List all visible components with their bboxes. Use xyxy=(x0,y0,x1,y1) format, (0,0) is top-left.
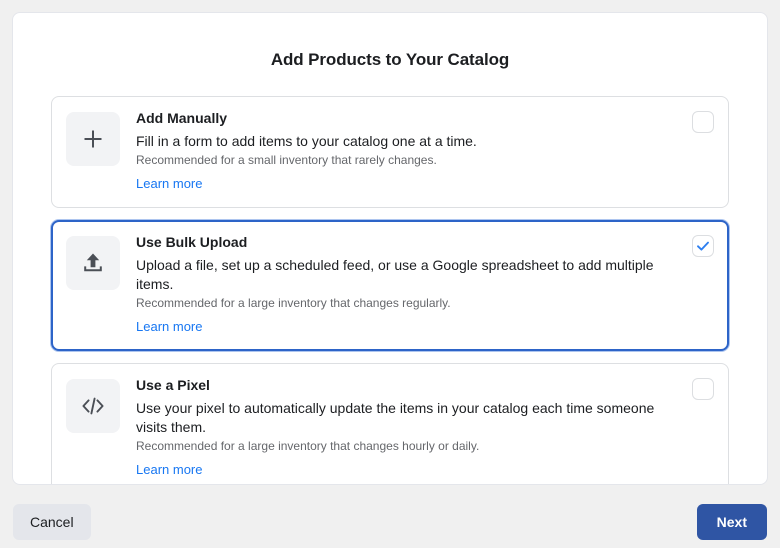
option-title: Use Bulk Upload xyxy=(136,234,248,250)
option-card-use-a-pixel[interactable]: Use a Pixel Use your pixel to automatica… xyxy=(51,363,729,484)
option-description: Use your pixel to automatically update t… xyxy=(136,400,655,435)
option-card-use-bulk-upload[interactable]: Use Bulk Upload Upload a file, set up a … xyxy=(51,220,729,351)
option-recommendation: Recommended for a large inventory that c… xyxy=(136,439,480,453)
learn-more-link[interactable]: Learn more xyxy=(136,175,202,193)
add-products-dialog: Add Products to Your Catalog Add Manuall… xyxy=(12,12,768,485)
option-recommendation: Recommended for a large inventory that c… xyxy=(136,296,451,310)
option-description: Fill in a form to add items to your cata… xyxy=(136,133,477,149)
option-checkbox[interactable] xyxy=(692,111,714,133)
option-text-block: Use a Pixel Use your pixel to automatica… xyxy=(136,376,714,479)
dialog-screen: Add Products to Your Catalog Add Manuall… xyxy=(0,0,780,548)
option-card-add-manually[interactable]: Add Manually Fill in a form to add items… xyxy=(51,96,729,208)
option-title: Add Manually xyxy=(136,110,228,126)
option-text-block: Use Bulk Upload Upload a file, set up a … xyxy=(136,233,714,336)
option-description: Upload a file, set up a scheduled feed, … xyxy=(136,257,654,292)
next-button[interactable]: Next xyxy=(696,504,767,540)
option-checkbox[interactable] xyxy=(692,235,714,257)
catalog-source-option-list: Add Manually Fill in a form to add items… xyxy=(13,96,767,484)
option-text-block: Add Manually Fill in a form to add items… xyxy=(136,109,714,193)
cancel-button[interactable]: Cancel xyxy=(13,504,91,540)
learn-more-link[interactable]: Learn more xyxy=(136,461,202,479)
code-icon xyxy=(66,379,120,433)
page-title: Add Products to Your Catalog xyxy=(270,50,510,69)
dialog-footer: Cancel Next xyxy=(0,485,780,548)
learn-more-link[interactable]: Learn more xyxy=(136,318,202,336)
option-title: Use a Pixel xyxy=(136,377,210,393)
upload-icon xyxy=(66,236,120,290)
plus-icon xyxy=(66,112,120,166)
option-checkbox[interactable] xyxy=(692,378,714,400)
option-recommendation: Recommended for a small inventory that r… xyxy=(136,153,437,167)
